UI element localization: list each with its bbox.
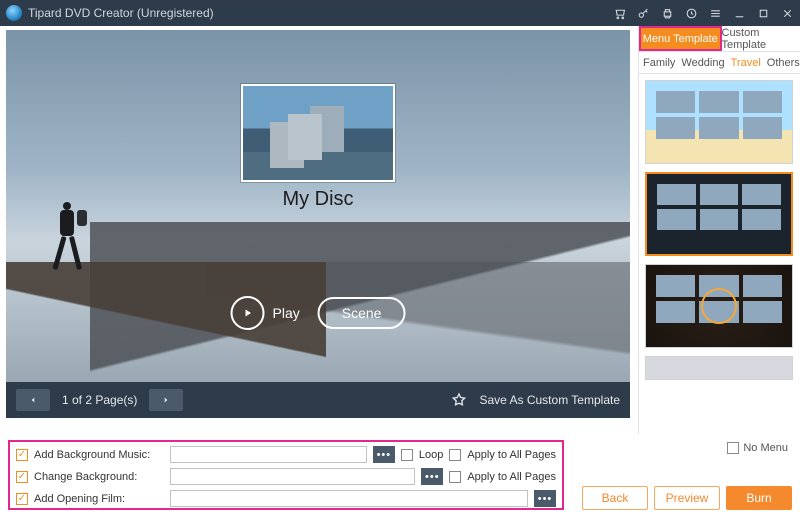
opening-film-browse[interactable]: ••• [534,490,556,507]
play-button[interactable]: Play [231,296,300,330]
star-icon [451,392,467,408]
preview-figure [52,202,82,280]
options-panel: Add Background Music: ••• Loop Apply to … [8,440,564,510]
bg-music-label: Add Background Music: [34,449,164,461]
apply-all-bg-label: Apply to All Pages [467,471,556,483]
minimize-icon[interactable] [732,6,746,20]
play-label: Play [273,305,300,321]
titlebar: Tipard DVD Creator (Unregistered) [0,0,800,26]
template-item-download[interactable] [645,264,793,348]
template-item[interactable] [645,356,793,380]
save-template-button[interactable]: Save As Custom Template [479,393,620,407]
scene-button[interactable]: Scene [318,297,406,329]
template-item-selected[interactable] [645,172,793,256]
bg-music-browse[interactable]: ••• [373,446,395,463]
template-panel: Menu Template Custom Template Family Wed… [638,26,800,434]
back-button[interactable]: Back [582,486,648,510]
bg-music-input[interactable] [170,446,367,463]
disc-title[interactable]: My Disc [282,188,353,211]
app-logo [6,5,22,21]
page-prev-button[interactable] [16,389,50,411]
loop-checkbox[interactable] [401,449,413,461]
bg-music-checkbox[interactable] [16,449,28,461]
tab-custom-template[interactable]: Custom Template [722,26,800,51]
opening-film-input[interactable] [170,490,528,507]
change-bg-input[interactable] [170,468,415,485]
category-family[interactable]: Family [643,57,675,69]
apply-all-label: Apply to All Pages [467,449,556,461]
pager-bar: 1 of 2 Page(s) Save As Custom Template [6,382,630,418]
template-item[interactable] [645,80,793,164]
change-bg-label: Change Background: [34,471,164,483]
print-icon[interactable] [660,6,674,20]
page-indicator: 1 of 2 Page(s) [62,393,137,407]
maximize-icon[interactable] [756,6,770,20]
close-icon[interactable] [780,6,794,20]
apply-all-music-checkbox[interactable] [449,449,461,461]
menu-preview: My Disc Play Scene [6,30,630,382]
tab-menu-template[interactable]: Menu Template [639,26,722,51]
no-menu-label: No Menu [743,442,788,454]
preview-button[interactable]: Preview [654,486,720,510]
apply-all-bg-checkbox[interactable] [449,471,461,483]
loop-label: Loop [419,449,443,461]
category-travel[interactable]: Travel [731,57,761,69]
opening-film-checkbox[interactable] [16,493,28,505]
change-bg-checkbox[interactable] [16,471,28,483]
video-thumbnail[interactable] [241,84,395,182]
key-icon[interactable] [636,6,650,20]
download-icon [701,288,737,324]
history-icon[interactable] [684,6,698,20]
opening-film-label: Add Opening Film: [34,493,164,505]
app-title: Tipard DVD Creator (Unregistered) [28,6,214,20]
menu-icon[interactable] [708,6,722,20]
no-menu-checkbox[interactable] [727,442,739,454]
burn-button[interactable]: Burn [726,486,792,510]
cart-icon[interactable] [612,6,626,20]
category-wedding[interactable]: Wedding [681,57,724,69]
page-next-button[interactable] [149,389,183,411]
change-bg-browse[interactable]: ••• [421,468,443,485]
category-others[interactable]: Others [767,57,800,69]
